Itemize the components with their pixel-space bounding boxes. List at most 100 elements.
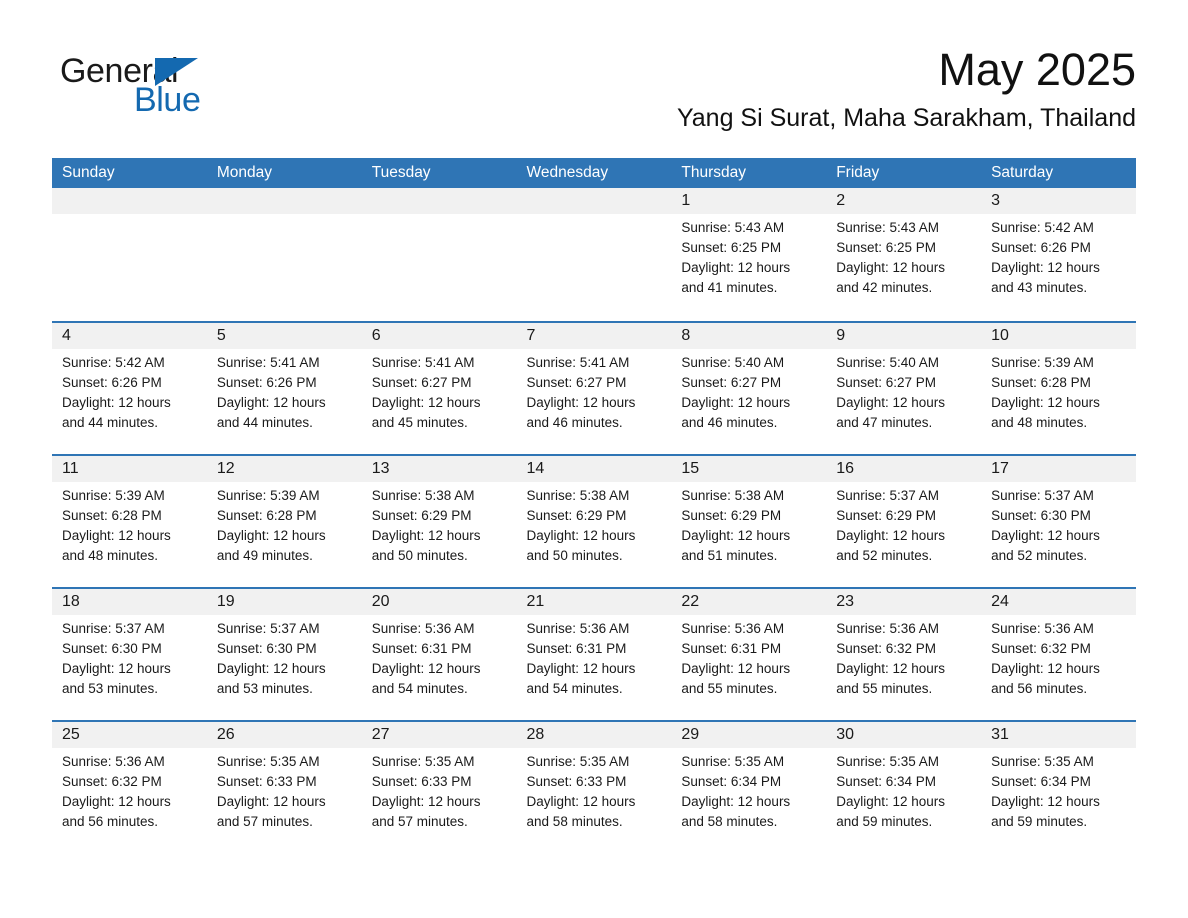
calendar-page: General Blue May 2025 Yang Si Surat, Mah…	[0, 0, 1188, 918]
calendar-weeks: 1 Sunrise: 5:43 AM Sunset: 6:25 PM Daylight…	[52, 188, 1136, 853]
day-number: 29	[681, 726, 700, 743]
daylight-text-line2: and 48 minutes.	[991, 415, 1088, 430]
calendar-day-cell[interactable]: 12 Sunrise: 5:39 AM Sunset: 6:28 PM Dayligh…	[207, 456, 362, 587]
sunrise-text: Sunrise: 5:35 AM	[371, 754, 475, 769]
day-details: Sunrise: 5:38 AM Sunset: 6:29 PM Daylight:…	[372, 486, 517, 566]
sunset-text: Sunset: 6:27 PM	[836, 375, 937, 390]
sunrise-text: Sunrise: 5:36 AM	[991, 621, 1094, 636]
page-header: General Blue May 2025 Yang Si Surat, Mah…	[52, 44, 1136, 148]
sunrise-text: Sunrise: 5:36 AM	[371, 621, 475, 636]
calendar-cell-empty	[52, 188, 207, 321]
sunset-text: Sunset: 6:27 PM	[371, 375, 472, 390]
daylight-text-line1: Daylight: 12 hours	[681, 528, 791, 543]
day-details: Sunrise: 5:40 AM Sunset: 6:27 PM Daylight:…	[836, 353, 981, 433]
title-block: May 2025 Yang Si Surat, Maha Sarakham, T…	[436, 44, 1136, 134]
calendar-day-cell[interactable]: 1 Sunrise: 5:43 AM Sunset: 6:25 PM Daylight…	[671, 188, 826, 321]
sunrise-text: Sunrise: 5:38 AM	[371, 488, 475, 503]
day-number: 6	[371, 327, 381, 344]
calendar-day-cell[interactable]: 11 Sunrise: 5:39 AM Sunset: 6:28 PM Dayligh…	[52, 456, 207, 587]
day-details: Sunrise: 5:42 AM Sunset: 6:26 PM Daylight:…	[62, 353, 207, 433]
calendar-cell-empty	[207, 188, 362, 321]
calendar-day-cell[interactable]: 17 Sunrise: 5:37 AM Sunset: 6:30 PM Dayligh…	[981, 456, 1136, 587]
sunset-text: Sunset: 6:33 PM	[371, 774, 472, 789]
sunset-text: Sunset: 6:29 PM	[526, 508, 627, 523]
calendar-day-cell[interactable]: 13 Sunrise: 5:38 AM Sunset: 6:29 PM Dayligh…	[362, 456, 517, 587]
weekday-header-row: Sunday Monday Tuesday Wednesday Thursday Frid…	[52, 158, 1136, 188]
sunrise-text: Sunrise: 5:42 AM	[991, 220, 1094, 235]
calendar-day-cell[interactable]: 24 Sunrise: 5:36 AM Sunset: 6:32 PM Dayligh…	[981, 589, 1136, 720]
calendar-day-cell[interactable]: 18 Sunrise: 5:37 AM Sunset: 6:30 PM Dayligh…	[52, 589, 207, 720]
sunset-text: Sunset: 6:32 PM	[991, 641, 1091, 656]
sunset-text: Sunset: 6:31 PM	[681, 641, 782, 656]
day-number: 5	[216, 327, 226, 344]
day-number: 23	[836, 593, 855, 610]
calendar-day-cell[interactable]: 4 Sunrise: 5:42 AM Sunset: 6:26 PM Daylight…	[52, 323, 207, 454]
calendar-day-cell[interactable]: 22 Sunrise: 5:36 AM Sunset: 6:31 PM Dayligh…	[671, 589, 826, 720]
daylight-text-line2: and 57 minutes.	[216, 814, 313, 829]
calendar-day-cell[interactable]: 5 Sunrise: 5:41 AM Sunset: 6:26 PM Daylight…	[207, 323, 362, 454]
calendar-day-cell[interactable]: 28 Sunrise: 5:35 AM Sunset: 6:33 PM Dayligh…	[517, 722, 672, 853]
calendar-day-cell[interactable]: 29 Sunrise: 5:35 AM Sunset: 6:34 PM Dayligh…	[671, 722, 826, 853]
daylight-text-line2: and 42 minutes.	[836, 280, 933, 295]
day-details: Sunrise: 5:43 AM Sunset: 6:25 PM Daylight:…	[681, 218, 826, 298]
calendar-day-cell[interactable]: 19 Sunrise: 5:37 AM Sunset: 6:30 PM Dayligh…	[207, 589, 362, 720]
calendar-day-cell[interactable]: 8 Sunrise: 5:40 AM Sunset: 6:27 PM Daylight…	[671, 323, 826, 454]
daylight-text-line2: and 45 minutes.	[371, 415, 468, 430]
day-number: 18	[62, 593, 80, 610]
calendar-day-cell[interactable]: 27 Sunrise: 5:35 AM Sunset: 6:33 PM Dayligh…	[362, 722, 517, 853]
general-blue-logo[interactable]: General Blue	[60, 54, 260, 126]
calendar-day-cell[interactable]: 3 Sunrise: 5:42 AM Sunset: 6:26 PM Daylight…	[981, 188, 1136, 321]
weekday-header-monday: Monday	[216, 164, 272, 181]
daylight-text-line1: Daylight: 12 hours	[62, 395, 171, 410]
daylight-text-line1: Daylight: 12 hours	[991, 661, 1100, 676]
daylight-text-line2: and 55 minutes.	[681, 681, 778, 696]
sunset-text: Sunset: 6:34 PM	[836, 774, 937, 789]
calendar-week-row: 1 Sunrise: 5:43 AM Sunset: 6:25 PM Daylight…	[52, 188, 1136, 321]
day-number: 15	[681, 460, 700, 477]
calendar-day-cell[interactable]: 6 Sunrise: 5:41 AM Sunset: 6:27 PM Daylight…	[362, 323, 517, 454]
sunrise-text: Sunrise: 5:41 AM	[216, 355, 320, 370]
daylight-text-line1: Daylight: 12 hours	[836, 794, 946, 809]
calendar-week-cells: 18 Sunrise: 5:37 AM Sunset: 6:30 PM Dayligh…	[52, 589, 1136, 720]
sunset-text: Sunset: 6:30 PM	[991, 508, 1091, 523]
day-number: 7	[526, 327, 536, 344]
calendar-day-cell[interactable]: 31 Sunrise: 5:35 AM Sunset: 6:34 PM Dayligh…	[981, 722, 1136, 853]
calendar-day-cell[interactable]: 15 Sunrise: 5:38 AM Sunset: 6:29 PM Dayligh…	[671, 456, 826, 587]
daylight-text-line1: Daylight: 12 hours	[681, 260, 791, 275]
daylight-text-line1: Daylight: 12 hours	[836, 661, 946, 676]
calendar-day-cell[interactable]: 10 Sunrise: 5:39 AM Sunset: 6:28 PM Dayligh…	[981, 323, 1136, 454]
daylight-text-line2: and 46 minutes.	[526, 415, 623, 430]
daylight-text-line1: Daylight: 12 hours	[526, 661, 636, 676]
calendar-day-cell[interactable]: 20 Sunrise: 5:36 AM Sunset: 6:31 PM Dayligh…	[362, 589, 517, 720]
day-details: Sunrise: 5:35 AM Sunset: 6:33 PM Daylight:…	[527, 752, 672, 832]
day-details: Sunrise: 5:41 AM Sunset: 6:26 PM Daylight:…	[217, 353, 362, 433]
daylight-text-line2: and 50 minutes.	[526, 548, 623, 563]
calendar-day-cell[interactable]: 23 Sunrise: 5:36 AM Sunset: 6:32 PM Dayligh…	[826, 589, 981, 720]
day-details: Sunrise: 5:43 AM Sunset: 6:25 PM Daylight:…	[836, 218, 981, 298]
day-details: Sunrise: 5:36 AM Sunset: 6:31 PM Daylight:…	[527, 619, 672, 699]
sunrise-text: Sunrise: 5:39 AM	[216, 488, 320, 503]
calendar-day-cell[interactable]: 26 Sunrise: 5:35 AM Sunset: 6:33 PM Dayligh…	[207, 722, 362, 853]
day-details: Sunrise: 5:36 AM Sunset: 6:32 PM Daylight:…	[836, 619, 981, 699]
daylight-text-line2: and 54 minutes.	[526, 681, 623, 696]
day-details: Sunrise: 5:36 AM Sunset: 6:31 PM Daylight:…	[372, 619, 517, 699]
sunrise-text: Sunrise: 5:39 AM	[991, 355, 1094, 370]
calendar-day-cell[interactable]: 30 Sunrise: 5:35 AM Sunset: 6:34 PM Dayligh…	[826, 722, 981, 853]
daylight-text-line2: and 47 minutes.	[836, 415, 933, 430]
day-number: 16	[836, 460, 855, 477]
calendar-day-cell[interactable]: 16 Sunrise: 5:37 AM Sunset: 6:29 PM Dayligh…	[826, 456, 981, 587]
calendar-day-cell[interactable]: 21 Sunrise: 5:36 AM Sunset: 6:31 PM Dayligh…	[517, 589, 672, 720]
day-number: 3	[991, 192, 1000, 209]
daylight-text-line1: Daylight: 12 hours	[681, 794, 791, 809]
daylight-text-line2: and 52 minutes.	[991, 548, 1088, 563]
calendar-day-cell[interactable]: 25 Sunrise: 5:36 AM Sunset: 6:32 PM Dayligh…	[52, 722, 207, 853]
daylight-text-line2: and 44 minutes.	[216, 415, 313, 430]
day-details: Sunrise: 5:38 AM Sunset: 6:29 PM Daylight:…	[527, 486, 672, 566]
daylight-text-line2: and 57 minutes.	[371, 814, 468, 829]
calendar-day-cell[interactable]: 9 Sunrise: 5:40 AM Sunset: 6:27 PM Daylight…	[826, 323, 981, 454]
calendar-day-cell[interactable]: 2 Sunrise: 5:43 AM Sunset: 6:25 PM Daylight…	[826, 188, 981, 321]
sunrise-text: Sunrise: 5:35 AM	[681, 754, 785, 769]
calendar-day-cell[interactable]: 14 Sunrise: 5:38 AM Sunset: 6:29 PM Dayligh…	[517, 456, 672, 587]
calendar-day-cell[interactable]: 7 Sunrise: 5:41 AM Sunset: 6:27 PM Daylight…	[517, 323, 672, 454]
day-details: Sunrise: 5:35 AM Sunset: 6:33 PM Daylight:…	[217, 752, 362, 832]
